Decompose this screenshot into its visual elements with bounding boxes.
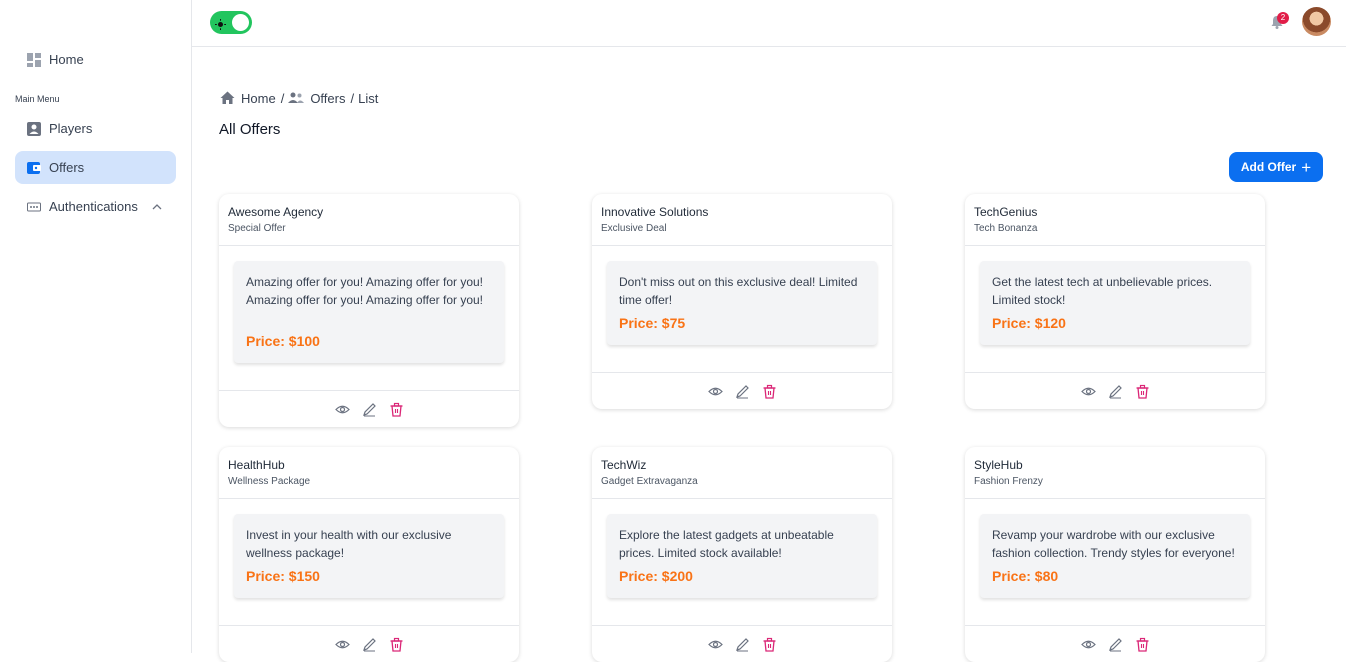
card-actions: [219, 391, 519, 427]
dashboard-icon: [27, 52, 41, 67]
offer-title: StyleHub: [974, 458, 1023, 472]
breadcrumb-separator: /: [280, 90, 285, 106]
offer-content: Invest in your health with our exclusive…: [234, 514, 504, 598]
offer-subtitle: Wellness Package: [228, 476, 311, 487]
trash-icon[interactable]: [389, 402, 404, 417]
user-badge-icon: [27, 121, 41, 136]
offer-content: Amazing offer for you! Amazing offer for…: [234, 261, 504, 363]
sidebar-item-label: Authentications: [49, 199, 138, 214]
offer-card: Awesome Agency Special Offer Amazing off…: [219, 194, 519, 427]
offer-title: HealthHub: [228, 458, 285, 472]
edit-icon[interactable]: [362, 402, 377, 417]
breadcrumb-separator: /: [350, 90, 355, 106]
trash-icon[interactable]: [762, 637, 777, 652]
offer-price: Price: $150: [246, 568, 320, 584]
sidebar-item-label: Home: [49, 52, 84, 67]
card-actions: [592, 626, 892, 662]
offer-description: Revamp your wardrobe with our exclusive …: [992, 528, 1235, 560]
theme-toggle[interactable]: [210, 11, 252, 34]
home-icon: [220, 91, 235, 104]
breadcrumb: Home / Offers / List: [220, 90, 378, 106]
offer-content: Don't miss out on this exclusive deal! L…: [607, 261, 877, 345]
offer-description: Don't miss out on this exclusive deal! L…: [619, 275, 858, 307]
offer-subtitle: Tech Bonanza: [974, 223, 1038, 234]
offer-description: Invest in your health with our exclusive…: [246, 528, 452, 560]
offer-title: Innovative Solutions: [601, 205, 709, 219]
offer-price: Price: $75: [619, 315, 686, 331]
breadcrumb-offers[interactable]: Offers: [310, 91, 345, 106]
breadcrumb-list: List: [358, 90, 379, 106]
sidebar-item-authentications[interactable]: Authentications: [15, 190, 176, 223]
offer-description: Get the latest tech at unbelievable pric…: [992, 275, 1213, 307]
offer-subtitle: Special Offer: [228, 223, 286, 234]
password-icon: [27, 200, 41, 214]
offer-content: Revamp your wardrobe with our exclusive …: [980, 514, 1250, 598]
users-icon: [288, 92, 305, 103]
offer-price: Price: $80: [992, 568, 1059, 584]
add-offer-button[interactable]: Add Offer +: [1229, 152, 1323, 182]
eye-icon[interactable]: [707, 384, 723, 399]
card-actions: [219, 626, 519, 662]
sun-icon: [215, 17, 226, 30]
offer-title: TechGenius: [974, 205, 1038, 219]
eye-icon[interactable]: [334, 637, 350, 652]
card-actions: [965, 626, 1265, 662]
topbar: 2: [192, 0, 1346, 47]
eye-icon[interactable]: [1080, 637, 1096, 652]
sidebar-item-home[interactable]: Home: [15, 43, 176, 76]
card-actions: [592, 373, 892, 409]
offer-card: HealthHub Wellness Package Invest in you…: [219, 447, 519, 662]
offer-subtitle: Gadget Extravaganza: [601, 476, 698, 487]
offer-price: Price: $200: [619, 568, 693, 584]
offer-description: Amazing offer for you! Amazing offer for…: [246, 275, 484, 307]
offer-description: Explore the latest gadgets at unbeatable…: [619, 528, 834, 560]
page-title: All Offers: [219, 121, 281, 138]
edit-icon[interactable]: [735, 637, 750, 652]
edit-icon[interactable]: [1108, 637, 1123, 652]
offer-subtitle: Exclusive Deal: [601, 223, 667, 234]
section-label: Main Menu: [15, 94, 60, 104]
trash-icon[interactable]: [1135, 384, 1150, 399]
offer-card: StyleHub Fashion Frenzy Revamp your ward…: [965, 447, 1265, 662]
avatar[interactable]: [1302, 7, 1331, 36]
offer-title: Awesome Agency: [228, 205, 324, 219]
card-actions: [965, 373, 1265, 409]
eye-icon[interactable]: [1080, 384, 1096, 399]
sidebar-item-label: Offers: [49, 160, 85, 175]
edit-icon[interactable]: [362, 637, 377, 652]
breadcrumb-home[interactable]: Home: [241, 91, 276, 106]
sidebar: Home Main Menu Players Offers Authentica…: [0, 0, 192, 653]
trash-icon[interactable]: [389, 637, 404, 652]
offer-subtitle: Fashion Frenzy: [974, 476, 1043, 487]
sidebar-item-label: Players: [49, 121, 93, 136]
offer-price: Price: $120: [992, 315, 1066, 331]
plus-icon: +: [1301, 157, 1312, 177]
wallet-icon: [27, 161, 41, 175]
offer-title: TechWiz: [601, 458, 647, 472]
trash-icon[interactable]: [1135, 637, 1150, 652]
eye-icon[interactable]: [334, 402, 350, 417]
add-offer-label: Add Offer: [1240, 160, 1297, 174]
offer-content: Get the latest tech at unbelievable pric…: [980, 261, 1250, 345]
notification-badge: 2: [1277, 12, 1289, 24]
edit-icon[interactable]: [1108, 384, 1123, 399]
chevron-up-icon[interactable]: [152, 200, 162, 210]
offer-price: Price: $100: [246, 333, 320, 349]
eye-icon[interactable]: [707, 637, 723, 652]
offer-card: TechGenius Tech Bonanza Get the latest t…: [965, 194, 1265, 409]
trash-icon[interactable]: [762, 384, 777, 399]
offer-card: Innovative Solutions Exclusive Deal Don'…: [592, 194, 892, 409]
offer-content: Explore the latest gadgets at unbeatable…: [607, 514, 877, 598]
toggle-knob: [232, 14, 249, 31]
sidebar-item-players[interactable]: Players: [15, 112, 176, 145]
edit-icon[interactable]: [735, 384, 750, 399]
sidebar-item-offers[interactable]: Offers: [15, 151, 176, 184]
offer-card: TechWiz Gadget Extravaganza Explore the …: [592, 447, 892, 662]
